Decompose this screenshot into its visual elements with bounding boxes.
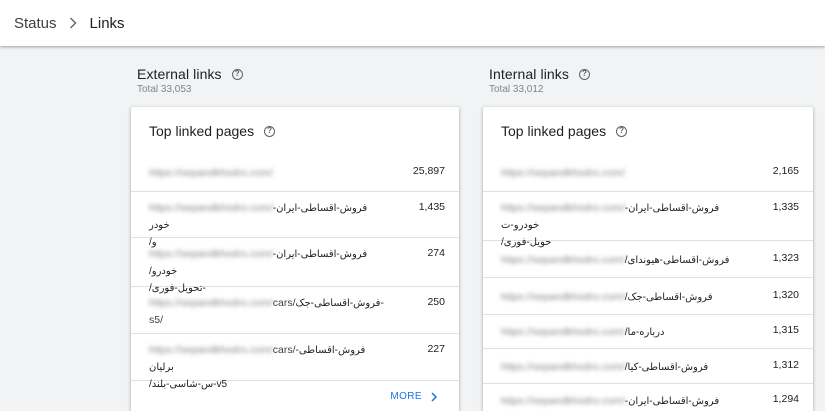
row-url: https://sepandkhodro.com/ [149, 344, 273, 356]
row-url: https://sepandkhodro.com/ [149, 167, 273, 179]
row-count: 1,312 [772, 359, 799, 371]
external-links-total: Total 33,053 [137, 84, 192, 95]
external-links-title: External links [137, 66, 222, 82]
row-url: https://sepandkhodro.com/ [501, 167, 625, 179]
row-url: https://sepandkhodro.com/ [501, 291, 625, 303]
row-url: https://sepandkhodro.com/ [149, 202, 273, 214]
row-url: https://sepandkhodro.com/ [501, 361, 625, 373]
table-row[interactable]: https://sepandkhodro.com/فروش-اقساطی-جک/… [483, 278, 813, 315]
help-icon[interactable]: ? [579, 68, 590, 80]
table-row[interactable]: https://sepandkhodro.com/ 2,165 [483, 155, 813, 192]
row-url: https://sepandkhodro.com/ [501, 254, 625, 266]
row-url: https://sepandkhodro.com/ [149, 248, 273, 260]
row-path: فروش-اقساطی-جک/ [624, 292, 713, 303]
row-path-segment: cars/ [272, 297, 296, 309]
row-path: درباره-ما/ [624, 327, 665, 338]
table-row[interactable]: https://sepandkhodro.com/فروش-اقساطی-هیو… [483, 241, 813, 278]
breadcrumb: Status Links [0, 0, 825, 46]
table-row[interactable]: https://sepandkhodro.com/فروش-اقساطی-کیا… [483, 349, 813, 384]
table-row[interactable]: https://sepandkhodro.com/فروش-اقساطی-ایر… [483, 384, 813, 411]
row-url: https://sepandkhodro.com/ [501, 395, 625, 407]
row-path: فروش-اقساطی-هیوندای/ [624, 255, 730, 266]
external-top-linked-pages-card: Top linked pages ? https://sepandkhodro.… [131, 107, 459, 411]
card-title: Top linked pages [501, 123, 607, 139]
help-icon[interactable]: ? [264, 125, 276, 137]
internal-rows: https://sepandkhodro.com/ 2,165 https://… [483, 155, 813, 411]
row-count: 1,294 [772, 393, 799, 405]
row-count: 227 [427, 343, 445, 355]
table-row[interactable]: https://sepandkhodro.com/ 25,897 [131, 155, 459, 192]
row-count: 2,165 [772, 165, 799, 177]
chevron-right-icon [431, 391, 437, 402]
row-path-continued: v5-س-شاسی-بلند/ [149, 379, 228, 390]
row-path: -فروش-اقساطی-جک [295, 298, 384, 309]
table-row[interactable]: https://sepandkhodro.com/فروش-اقساطی-ایر… [483, 192, 813, 248]
page-title: Links [89, 14, 125, 32]
external-rows: https://sepandkhodro.com/ 25,897 https:/… [131, 155, 459, 390]
row-count: 1,323 [772, 252, 799, 264]
row-path: فروش-اقساطی-کیا/ [624, 362, 709, 373]
table-row[interactable]: https://sepandkhodro.com/cars/فروش-اقساط… [131, 334, 459, 390]
row-count: 274 [427, 247, 445, 259]
external-links-section: External links ? Total 33,053 [137, 66, 467, 95]
row-count: 1,435 [418, 201, 445, 213]
help-icon[interactable]: ? [231, 68, 243, 80]
breadcrumb-status-link[interactable]: Status [14, 15, 57, 32]
card-title: Top linked pages [149, 123, 255, 139]
internal-top-linked-pages-card: Top linked pages ? https://sepandkhodro.… [483, 107, 813, 411]
more-label: MORE [390, 391, 422, 402]
row-url: https://sepandkhodro.com/ [149, 297, 273, 309]
row-count: 1,335 [772, 201, 799, 213]
more-button[interactable]: MORE [390, 391, 437, 402]
row-url: https://sepandkhodro.com/ [501, 202, 625, 214]
more-row: MORE [131, 391, 459, 402]
row-count: 250 [427, 296, 445, 308]
row-count: 1,315 [772, 324, 799, 336]
table-row[interactable]: https://sepandkhodro.com/درباره-ما/ 1,31… [483, 315, 813, 349]
table-row[interactable]: https://sepandkhodro.com/فروش-اقساطی-ایر… [131, 192, 459, 248]
internal-links-section: Internal links ? Total 33,012 [489, 66, 819, 95]
internal-links-total: Total 33,012 [489, 84, 544, 95]
chevron-right-icon [69, 17, 77, 29]
row-count: 25,897 [412, 165, 445, 177]
table-row[interactable]: https://sepandkhodro.com/cars/-فروش-اقسا… [131, 287, 459, 334]
internal-links-title: Internal links [489, 66, 569, 82]
help-icon[interactable]: ? [616, 125, 628, 137]
row-url: https://sepandkhodro.com/ [501, 326, 625, 338]
row-count: 1,320 [772, 289, 799, 301]
row-path-segment: cars/ [272, 344, 296, 356]
table-row[interactable]: https://sepandkhodro.com/فروش-اقساطی-ایر… [131, 238, 459, 294]
row-path-continued: s5/ [149, 314, 164, 326]
